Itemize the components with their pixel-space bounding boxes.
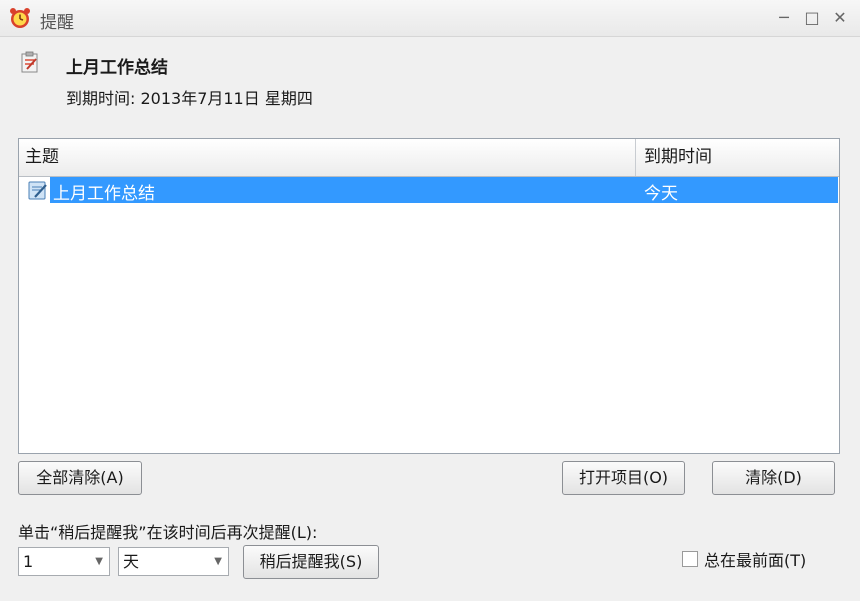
minimize-button[interactable]: ─	[774, 8, 794, 28]
column-header-subject[interactable]: 主题	[19, 139, 636, 176]
row-subject: 上月工作总结	[53, 184, 155, 204]
selected-row-highlight[interactable]: 上月工作总结 今天	[50, 177, 838, 204]
list-item[interactable]: 上月工作总结 今天	[21, 177, 838, 204]
task-icon	[20, 51, 40, 73]
chevron-down-icon[interactable]: ▼	[95, 548, 103, 575]
due-date-text: 到期时间: 2013年7月11日 星期四	[66, 89, 313, 108]
task-icon	[27, 179, 49, 201]
dismiss-button[interactable]: 清除(D)	[712, 461, 835, 495]
reminder-header: 上月工作总结 到期时间: 2013年7月11日 星期四	[0, 37, 860, 137]
open-item-button[interactable]: 打开项目(O)	[562, 461, 685, 495]
alarm-clock-icon	[8, 6, 32, 30]
snooze-unit-value: 天	[123, 552, 140, 571]
row-due-date: 今天	[644, 184, 678, 204]
snooze-amount-select[interactable]: 1 ▼	[18, 547, 110, 576]
close-button[interactable]: ✕	[830, 8, 850, 28]
always-on-top-label[interactable]: 总在最前面(T)	[704, 547, 806, 571]
snooze-amount-value: 1	[23, 552, 34, 571]
snooze-unit-select[interactable]: 天 ▼	[118, 547, 229, 576]
chevron-down-icon[interactable]: ▼	[214, 548, 222, 575]
title-bar[interactable]: 提醒 ─ □ ✕	[0, 0, 860, 37]
window-title: 提醒	[40, 13, 74, 33]
column-header-due-date[interactable]: 到期时间	[636, 139, 839, 176]
snooze-button[interactable]: 稍后提醒我(S)	[243, 545, 379, 579]
reminder-window: 提醒 ─ □ ✕ 上月工作总结 到期时间: 2013年7月11日 星期四 主题 …	[0, 0, 860, 601]
list-header: 主题 到期时间	[19, 139, 839, 177]
maximize-button[interactable]: □	[802, 8, 822, 28]
dismiss-all-button[interactable]: 全部清除(A)	[18, 461, 142, 495]
reminder-list[interactable]: 主题 到期时间 上月工作总结 今天	[18, 138, 840, 454]
reminder-subject: 上月工作总结	[66, 58, 168, 78]
snooze-prompt: 单击“稍后提醒我”在该时间后再次提醒(L):	[18, 523, 318, 542]
always-on-top-checkbox[interactable]	[682, 551, 698, 567]
